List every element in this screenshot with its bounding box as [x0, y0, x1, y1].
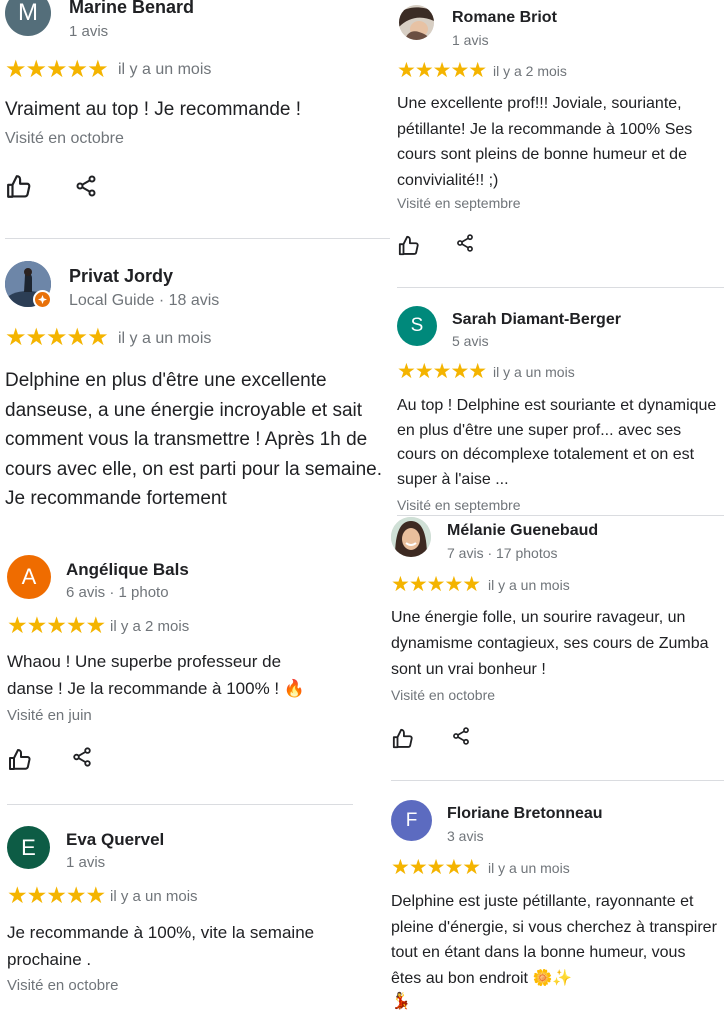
reviewer-name[interactable]: Angélique Bals: [66, 560, 189, 580]
rating-stars: ★★★★★: [7, 612, 106, 638]
review-text: Delphine est juste pétillante, rayonnant…: [391, 893, 717, 987]
reviewer-meta: Local Guide · 18 avis: [69, 292, 220, 309]
rating-stars: ★★★★★: [7, 882, 106, 908]
share-button[interactable]: [451, 726, 471, 751]
share-icon: [73, 747, 91, 767]
avatar-photo: [391, 517, 431, 557]
divider: [391, 780, 724, 781]
reviewer-meta: 5 avis: [452, 333, 489, 349]
avatar-photo: [399, 5, 434, 40]
like-button[interactable]: [6, 174, 32, 205]
review-date: il y a un mois: [118, 61, 212, 78]
avatar[interactable]: S: [397, 306, 437, 346]
local-guide-badge-icon: [33, 290, 52, 309]
review-date: il y a un mois: [488, 577, 570, 593]
thumbs-up-icon: [392, 728, 413, 749]
divider: [397, 287, 724, 288]
reviewer-meta: 1 avis: [66, 854, 106, 871]
divider: [5, 238, 390, 239]
like-button[interactable]: [8, 748, 32, 777]
thumbs-up-icon: [398, 235, 419, 256]
review-text: Delphine en plus d'être une excellente d…: [5, 370, 383, 509]
reviewer-meta: 7 avis · 17 photos: [447, 545, 558, 561]
review-text: Vraiment au top ! Je recommande !: [5, 99, 302, 120]
reviewer-name[interactable]: Sarah Diamant-Berger: [452, 311, 621, 329]
share-button[interactable]: [74, 174, 98, 203]
avatar[interactable]: [391, 517, 431, 557]
rating-stars: ★★★★★: [391, 573, 481, 596]
review-date: il y a un mois: [493, 364, 575, 380]
like-button[interactable]: [398, 235, 420, 262]
divider: [7, 804, 353, 805]
share-button[interactable]: [455, 233, 475, 258]
avatar[interactable]: M: [5, 0, 51, 36]
review-date: il y a un mois: [118, 330, 212, 347]
reviewer-name[interactable]: Romane Briot: [452, 9, 557, 27]
avatar[interactable]: F: [391, 800, 432, 841]
rating-stars: ★★★★★: [5, 324, 109, 351]
review-date: il y a 2 mois: [493, 63, 567, 79]
rating-stars: ★★★★★: [5, 56, 109, 83]
review-text: Je recommande à 100%, vite la semaine pr…: [7, 923, 315, 969]
like-button[interactable]: [392, 728, 414, 755]
reviewer-meta: 1 avis: [69, 23, 109, 40]
share-icon: [457, 234, 473, 252]
avatar[interactable]: [399, 5, 434, 40]
share-button[interactable]: [71, 746, 93, 773]
review-text: Whaou ! Une superbe professeur de danse …: [7, 652, 306, 698]
thumbs-up-icon: [7, 175, 31, 198]
visited-date: Visité en juin: [7, 707, 92, 724]
visited-date: Visité en octobre: [7, 977, 119, 994]
review-text: Une énergie folle, un sourire ravageur, …: [391, 609, 709, 678]
share-icon: [453, 727, 469, 745]
review-text: Une excellente prof!!! Joviale, souriant…: [397, 95, 693, 189]
reviewer-meta: 6 avis · 1 photo: [66, 584, 169, 601]
visited-date: Visité en septembre: [397, 497, 521, 513]
thumbs-up-icon: [9, 749, 31, 770]
review-date: il y a un mois: [110, 888, 198, 905]
visited-date: Visité en octobre: [391, 687, 496, 703]
review-text-emoji: 💃: [391, 993, 411, 1010]
reviewer-name[interactable]: Mélanie Guenebaud: [447, 522, 598, 540]
rating-stars: ★★★★★: [391, 856, 481, 879]
rating-stars: ★★★★★: [397, 360, 487, 383]
reviewer-name[interactable]: Privat Jordy: [69, 266, 173, 287]
visited-date: Visité en octobre: [5, 130, 124, 147]
review-date: il y a un mois: [488, 860, 570, 876]
avatar[interactable]: E: [7, 826, 50, 869]
review-date: il y a 2 mois: [110, 618, 190, 635]
rating-stars: ★★★★★: [397, 59, 487, 82]
reviewer-name[interactable]: Eva Quervel: [66, 830, 164, 850]
reviewer-name[interactable]: Marine Benard: [69, 0, 194, 18]
review-text: Au top ! Delphine est souriante et dynam…: [397, 397, 717, 488]
reviewer-meta: 1 avis: [452, 32, 489, 48]
share-icon: [76, 175, 96, 197]
avatar[interactable]: A: [7, 555, 51, 599]
divider: [397, 515, 724, 516]
reviewer-meta: 3 avis: [447, 828, 484, 844]
visited-date: Visité en septembre: [397, 195, 521, 211]
reviewer-name[interactable]: Floriane Bretonneau: [447, 805, 603, 823]
